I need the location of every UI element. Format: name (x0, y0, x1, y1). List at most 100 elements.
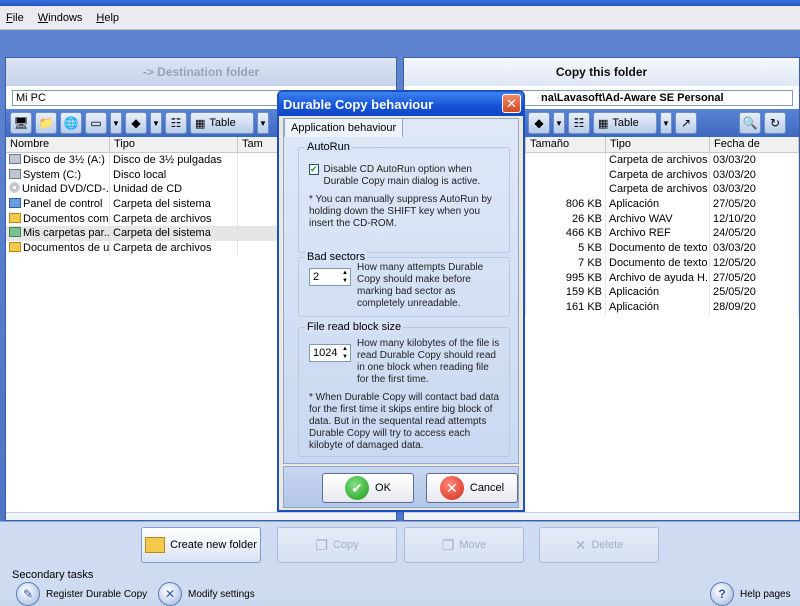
view-mode-dropdown-icon[interactable]: ▼ (257, 112, 269, 134)
view-mode-button[interactable]: ▦ Table (593, 112, 657, 134)
menu-windows[interactable]: Windows (38, 12, 83, 24)
dialog-titlebar: Durable Copy behaviour ✕ (279, 92, 523, 116)
ok-button[interactable]: ✔ OK (322, 473, 414, 503)
cell-date: 25/05/20 (710, 285, 799, 300)
network-icon[interactable]: 🌐 (60, 112, 82, 134)
horizontal-scrollbar[interactable] (6, 512, 396, 520)
cell-date: 03/03/20 (710, 182, 799, 198)
cell-name: Panel de control (6, 197, 110, 212)
cell-size (526, 153, 606, 168)
cell-type: Disco de 3½ pulgadas (110, 153, 238, 168)
cell-name: Documentos com... (6, 211, 110, 227)
favorites-dropdown-icon[interactable]: ▼ (553, 112, 565, 134)
cell-type: Carpeta del sistema (110, 226, 238, 242)
destination-header[interactable]: -> Destination folder (6, 58, 396, 86)
cell-type: Archivo de ayuda H... (606, 270, 710, 286)
block-size-group: File read block size 1024 ▲ ▼ How many ki… (298, 321, 510, 457)
bad-sectors-value: 2 (313, 271, 320, 283)
favorites-icon[interactable]: ◆ (125, 112, 147, 134)
column-header-type[interactable]: Tipo (110, 137, 238, 152)
check-icon: ✔ (345, 476, 370, 500)
block-size-label: How many kilobytes of the file is read D… (357, 338, 500, 385)
block-size-note: * When Durable Copy will contact bad dat… (309, 392, 500, 451)
block-size-value: 1024 (313, 347, 338, 359)
documents-icon[interactable]: 📁 (35, 112, 57, 134)
column-header-type[interactable]: Tipo (606, 137, 710, 152)
cell-name: Mis carpetas par... (6, 226, 110, 242)
refresh-icon[interactable]: ↻ (764, 112, 786, 134)
cell-name: Documentos de u... (6, 241, 110, 256)
autorun-group: AutoRun ✔ Disable CD AutoRun option when… (298, 141, 510, 253)
folder-icon (9, 212, 21, 223)
view-mode-dropdown-icon[interactable]: ▼ (660, 112, 672, 134)
help-task[interactable]: ? Help pages (710, 582, 791, 606)
create-folder-button[interactable]: Create new folder (141, 527, 261, 563)
autorun-checkbox-label[interactable]: Disable CD AutoRun option when Durable C… (324, 164, 499, 188)
move-button[interactable]: ❐ Move (404, 527, 524, 563)
modify-settings-task[interactable]: ✕ Modify settings (158, 582, 255, 606)
spin-arrows-icon[interactable]: ▲ ▼ (340, 345, 350, 361)
menu-help[interactable]: Help (96, 12, 119, 24)
favorites-dropdown-icon[interactable]: ▼ (150, 112, 162, 134)
cell-name: System (C:) (6, 167, 110, 183)
source-header[interactable]: Copy this folder (404, 58, 799, 86)
bad-sectors-stepper[interactable]: 2 ▲ ▼ (309, 268, 351, 286)
register-task[interactable]: ✎ Register Durable Copy (16, 582, 147, 606)
autorun-checkbox[interactable]: ✔ (309, 164, 319, 175)
tree-view-icon[interactable]: ☷ (165, 112, 187, 134)
cell-type: Aplicación (606, 299, 710, 315)
register-icon: ✎ (16, 582, 40, 606)
block-size-stepper[interactable]: 1024 ▲ ▼ (309, 344, 351, 362)
settings-icon: ✕ (158, 582, 182, 606)
cell-size (526, 182, 606, 198)
copy-button[interactable]: ❐ Copy (277, 527, 397, 563)
favorites-icon[interactable]: ◆ (528, 112, 550, 134)
drive-dropdown-icon[interactable]: ▼ (110, 112, 122, 134)
horizontal-scrollbar[interactable] (404, 512, 799, 520)
delete-label: Delete (591, 539, 624, 551)
cell-type: Aplicación (606, 285, 710, 300)
cell-type: Carpeta del sistema (110, 197, 238, 212)
cell-size: 5 KB (526, 241, 606, 256)
menu-file[interactable]: File (6, 12, 24, 24)
cell-type: Carpeta de archivos (606, 182, 710, 198)
register-label: Register Durable Copy (46, 588, 148, 600)
tree-view-icon[interactable]: ☷ (568, 112, 590, 134)
copy-label: Copy (332, 539, 359, 551)
table-view-icon: ▦ (195, 117, 206, 130)
cell-type: Documento de texto (606, 241, 710, 256)
cell-type: Archivo WAV (606, 211, 710, 227)
behaviour-dialog: Durable Copy behaviour ✕ Application beh… (277, 90, 525, 512)
column-header-size[interactable]: Tamaño (526, 137, 606, 152)
cancel-button[interactable]: ✕ Cancel (426, 473, 518, 503)
my-computer-icon[interactable]: 🖥 (10, 112, 32, 134)
dialog-body: Application behaviour AutoRun ✔ Disable … (283, 118, 519, 464)
cell-size: 161 KB (526, 299, 606, 315)
cd-icon (9, 182, 20, 194)
cell-type: Carpeta de archivos (606, 153, 710, 168)
cell-type: Aplicación (606, 197, 710, 212)
search-icon[interactable]: 🔍 (739, 112, 761, 134)
column-header-name[interactable]: Nombre (6, 137, 110, 152)
view-mode-button[interactable]: ▦ Table (190, 112, 254, 134)
delete-button[interactable]: ✕ Delete (539, 527, 659, 563)
bad-sectors-group: Bad sectors 2 ▲ ▼ How many attempts Durab… (298, 251, 510, 317)
bad-sectors-label: How many attempts Durable Copy should ma… (357, 262, 484, 309)
delete-icon: ✕ (574, 536, 587, 553)
cell-size: 159 KB (526, 285, 606, 300)
column-header-date[interactable]: Fecha de (710, 137, 799, 152)
dialog-title: Durable Copy behaviour (283, 96, 434, 112)
drive-icon[interactable]: ▭ (85, 112, 107, 134)
cell-date: 24/05/20 (710, 226, 799, 242)
cell-size: 7 KB (526, 255, 606, 271)
spin-arrows-icon[interactable]: ▲ ▼ (340, 269, 350, 285)
cancel-label: Cancel (469, 482, 505, 494)
go-up-icon[interactable]: ↗ (675, 112, 697, 134)
close-icon[interactable]: ✕ (502, 94, 521, 113)
help-label: Help pages (740, 588, 791, 600)
cell-size: 466 KB (526, 226, 606, 242)
cell-size: 806 KB (526, 197, 606, 212)
cell-type: Carpeta de archivos (606, 167, 710, 183)
ok-label: OK (375, 482, 391, 494)
tab-application-behaviour[interactable]: Application behaviour (284, 118, 404, 137)
